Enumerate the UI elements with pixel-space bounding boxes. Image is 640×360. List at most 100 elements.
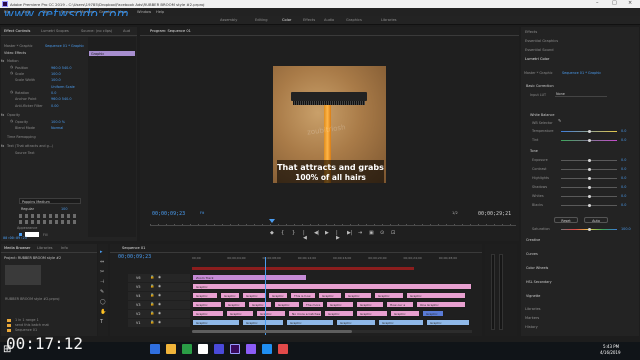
slider-knob[interactable] bbox=[588, 177, 591, 180]
text-style-row[interactable] bbox=[19, 220, 79, 224]
tint-value[interactable]: 0.0 bbox=[621, 138, 626, 142]
tool-icon-2[interactable]: ✂ bbox=[100, 270, 104, 275]
lumetri-section[interactable]: Creative bbox=[526, 238, 540, 242]
timeline-playhead[interactable] bbox=[265, 257, 266, 335]
lumetri-tab-0[interactable]: Effects bbox=[525, 30, 537, 34]
program-scrub-bar[interactable] bbox=[150, 220, 516, 226]
workspace-audio[interactable]: Audio bbox=[324, 18, 334, 22]
font-dropdown[interactable]: Poppins Medium bbox=[19, 198, 81, 204]
text-align-row[interactable] bbox=[19, 214, 79, 218]
mb-tab-0[interactable]: Media Browser bbox=[4, 246, 31, 250]
slider-knob[interactable] bbox=[588, 168, 591, 171]
workspace-color[interactable]: Color bbox=[282, 18, 291, 22]
timeline-scrollbar[interactable] bbox=[192, 330, 472, 333]
saturation-slider[interactable] bbox=[561, 228, 617, 231]
timeline-clip[interactable]: Graphic bbox=[390, 310, 420, 317]
mb-tab-1[interactable]: Libraries bbox=[37, 246, 53, 250]
tone-row-value[interactable]: 0.0 bbox=[621, 167, 626, 171]
temperature-value[interactable]: 0.0 bbox=[621, 129, 626, 133]
timeline-clip[interactable]: The more bbox=[302, 301, 324, 308]
timeline-clip[interactable]: This is how bbox=[290, 292, 316, 299]
slider-knob[interactable] bbox=[588, 186, 591, 189]
effect-row-value[interactable]: Uniform Scale bbox=[51, 85, 75, 89]
transport-icon-0[interactable]: ◆ bbox=[270, 231, 274, 236]
ec-tab-1[interactable]: Lumetri Scopes bbox=[41, 29, 69, 33]
taskbar-app-icon[interactable] bbox=[278, 344, 288, 354]
ec-tab-3[interactable]: Aud bbox=[123, 29, 130, 33]
tone-row-value[interactable]: 0.0 bbox=[621, 176, 626, 180]
tone-row-value[interactable]: 0.0 bbox=[621, 194, 626, 198]
taskbar-app-icon[interactable] bbox=[150, 344, 160, 354]
timeline-clip[interactable]: How our a bbox=[386, 301, 414, 308]
timeline-clip[interactable]: Graphic bbox=[326, 301, 354, 308]
lumetri-section[interactable]: Vignette bbox=[526, 294, 540, 298]
program-current-time[interactable]: 00;00;09;23 bbox=[152, 211, 185, 217]
white-balance-header[interactable]: White Balance bbox=[530, 113, 554, 117]
tint-slider[interactable] bbox=[561, 139, 617, 142]
timeline-clip[interactable]: Graphic bbox=[406, 292, 466, 299]
transport-icon-3[interactable]: |◀ bbox=[303, 231, 307, 241]
auto-button[interactable]: Auto bbox=[584, 217, 608, 223]
minimize-icon[interactable]: – bbox=[596, 1, 599, 6]
timeline-clip[interactable]: Graphic bbox=[242, 292, 266, 299]
tone-slider[interactable] bbox=[561, 168, 617, 171]
transport-icon-2[interactable]: } bbox=[292, 231, 295, 236]
timeline-clip[interactable]: Graphic bbox=[192, 319, 240, 326]
stopwatch-icon[interactable]: ◷ bbox=[10, 71, 13, 76]
transport-icon-6[interactable]: |▶ bbox=[336, 231, 340, 241]
timeline-clip[interactable]: Graphic bbox=[192, 310, 224, 317]
timeline-clip[interactable]: Graphic bbox=[324, 310, 354, 317]
effect-row-value[interactable]: 0.0 bbox=[51, 91, 56, 95]
eye-icon[interactable]: ◉ bbox=[158, 293, 161, 298]
tone-row-value[interactable]: 0.0 bbox=[621, 203, 626, 207]
tool-icon-3[interactable]: ⊣ bbox=[100, 280, 104, 285]
effect-row-value[interactable]: 960.0 540.0 bbox=[51, 97, 72, 101]
effect-row-value[interactable]: 100.0 % bbox=[51, 120, 65, 124]
lumetri-tab-2[interactable]: Essential Sound bbox=[525, 48, 554, 52]
maximize-icon[interactable]: □ bbox=[612, 1, 617, 6]
timeline-clip[interactable]: Graphic bbox=[336, 319, 376, 326]
timeline-timecode[interactable]: 00;00;09;23 bbox=[118, 254, 151, 260]
taskbar-app-icon[interactable] bbox=[214, 344, 224, 354]
taskbar-app-icon[interactable] bbox=[230, 344, 240, 354]
font-style[interactable]: Regular bbox=[21, 207, 34, 211]
right-bottom-tab[interactable]: History bbox=[525, 325, 538, 329]
project-item[interactable]: send this batch mat bbox=[15, 323, 49, 327]
timeline-clip[interactable]: Graphic bbox=[242, 319, 284, 326]
effect-row-value[interactable]: 960.0 540.0 bbox=[51, 66, 72, 70]
tone-header[interactable]: Tone bbox=[530, 149, 538, 153]
taskbar-app-icon[interactable] bbox=[262, 344, 272, 354]
tone-slider[interactable] bbox=[561, 195, 617, 198]
ec-tab-2[interactable]: Source: (no clips) bbox=[81, 29, 112, 33]
timeline-clip[interactable]: Graphic bbox=[422, 310, 444, 317]
saturation-value[interactable]: 100.0 bbox=[621, 227, 631, 231]
tool-icon-0[interactable]: ▸ bbox=[100, 250, 103, 255]
timeline-clip[interactable]: Graphic bbox=[248, 301, 272, 308]
timeline-clip[interactable]: Graphic bbox=[356, 301, 384, 308]
slider-knob[interactable] bbox=[588, 195, 591, 198]
tool-icon-5[interactable]: ◯ bbox=[100, 300, 106, 305]
lock-icon[interactable]: 🔒 bbox=[150, 293, 154, 298]
lock-icon[interactable]: 🔒 bbox=[150, 284, 154, 289]
menu-item-window[interactable]: Window bbox=[137, 10, 151, 14]
quality-dropdown[interactable]: 1/2 bbox=[452, 211, 458, 215]
transport-icon-11[interactable]: ⊡ bbox=[391, 231, 395, 236]
workspace-graphics[interactable]: Graphics bbox=[346, 18, 362, 22]
timeline-clip[interactable]: Graphic bbox=[374, 292, 404, 299]
taskbar-app-icon[interactable] bbox=[166, 344, 176, 354]
transport-icon-8[interactable]: ⇥ bbox=[358, 231, 362, 236]
timeline-zoom-bar[interactable] bbox=[192, 267, 414, 270]
lumetri-section[interactable]: Color Wheels bbox=[526, 266, 548, 270]
eyedropper-icon[interactable]: ✎ bbox=[558, 119, 561, 123]
tool-icon-6[interactable]: ✋ bbox=[100, 310, 106, 315]
timeline-clip[interactable]: Graphic bbox=[268, 292, 288, 299]
timeline-clip[interactable]: Zoom Track bbox=[192, 274, 307, 281]
timeline-clip[interactable]: Graphic bbox=[192, 292, 218, 299]
timeline-clip[interactable]: One Graphic bbox=[416, 301, 466, 308]
eye-icon[interactable]: ◉ bbox=[158, 275, 161, 280]
tone-slider[interactable] bbox=[561, 159, 617, 162]
timeline-clip[interactable]: Graphic bbox=[356, 310, 388, 317]
taskbar-app-icon[interactable] bbox=[246, 344, 256, 354]
eye-icon[interactable]: ◉ bbox=[158, 311, 161, 316]
lumetri-tab-1[interactable]: Essential Graphics bbox=[525, 39, 558, 43]
